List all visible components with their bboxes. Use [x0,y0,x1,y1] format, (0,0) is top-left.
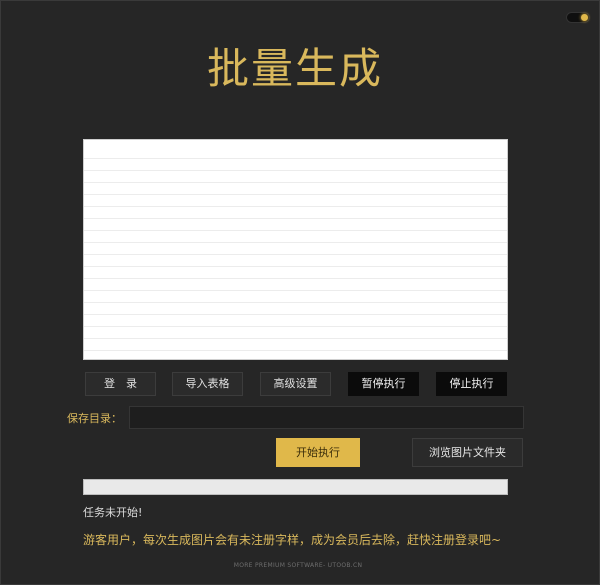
login-button[interactable]: 登 录 [85,372,156,396]
list-row-divider [84,350,507,351]
footer-text: MORE PREMIUM SOFTWARE- UTOOB.CN [233,562,363,569]
list-row-divider [84,314,507,315]
theme-toggle[interactable] [566,12,590,23]
list-row-divider [84,290,507,291]
list-row-divider [84,302,507,303]
list-row-divider [84,278,507,279]
list-row-divider [84,254,507,255]
list-row-divider [84,182,507,183]
list-row-divider [84,326,507,327]
guest-notice: 游客用户，每次生成图片会有未注册字样，成为会员后去除，赶快注册登录吧~ [83,533,502,547]
save-dir-label: 保存目录： [67,412,122,425]
app-window: 批量生成 登 录 导入表格 高级设置 暂停执行 停止执行 保存目录： 开始执行 … [0,0,600,585]
status-text: 任务未开始! [83,506,143,519]
list-row-divider [84,242,507,243]
start-button[interactable]: 开始执行 [276,438,360,467]
import-table-button[interactable]: 导入表格 [172,372,243,396]
page-title: 批量生成 [206,44,383,93]
pause-button[interactable]: 暂停执行 [348,372,419,396]
list-row-divider [84,266,507,267]
list-row-divider [84,158,507,159]
browse-folder-button[interactable]: 浏览图片文件夹 [412,438,523,467]
stop-button[interactable]: 停止执行 [436,372,507,396]
list-row-divider [84,218,507,219]
list-row-divider [84,338,507,339]
toggle-knob-icon [581,14,588,21]
save-dir-input[interactable] [129,406,524,429]
list-row-divider [84,206,507,207]
task-list[interactable] [83,139,508,360]
list-row-divider [84,170,507,171]
list-row-divider [84,230,507,231]
advanced-settings-button[interactable]: 高级设置 [260,372,331,396]
list-row-divider [84,194,507,195]
progress-bar [83,479,508,495]
